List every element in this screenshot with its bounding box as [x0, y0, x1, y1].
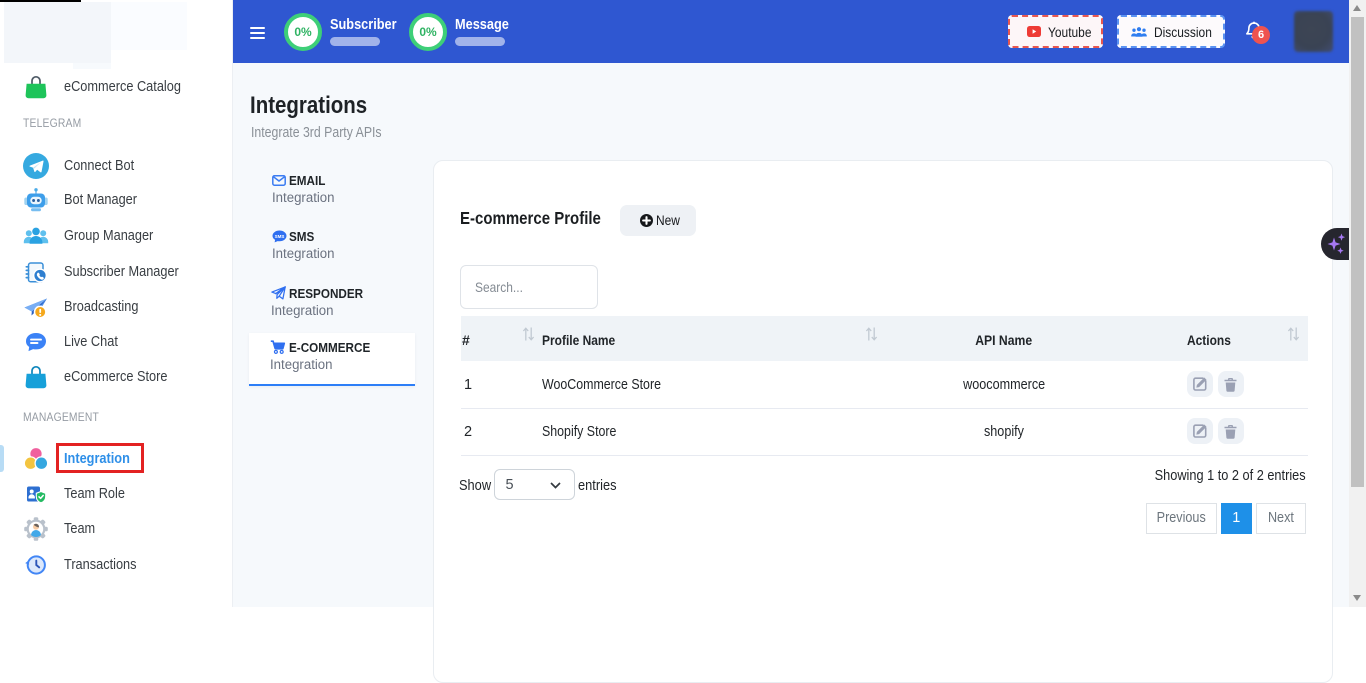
svg-text:SMS: SMS	[275, 234, 285, 239]
